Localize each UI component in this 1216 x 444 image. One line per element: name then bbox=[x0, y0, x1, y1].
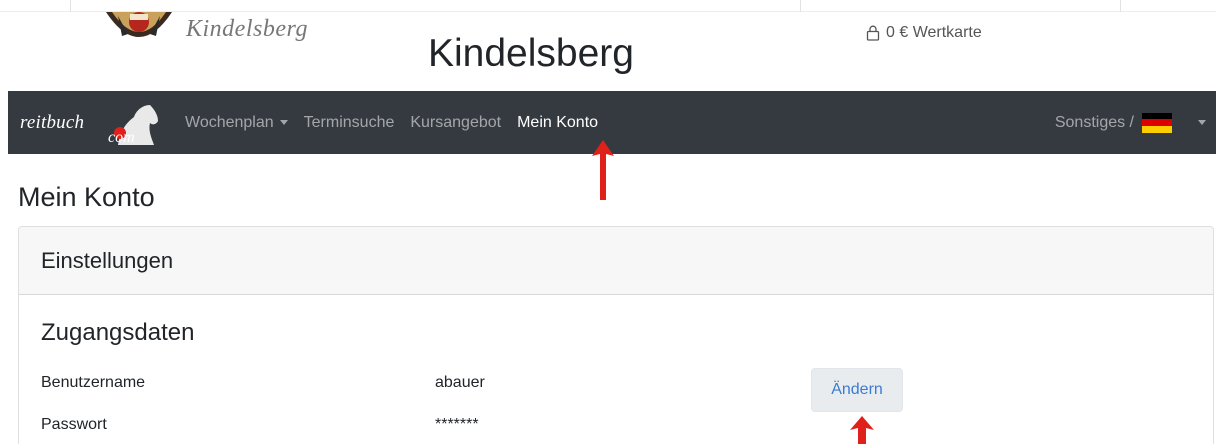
caret-down-icon bbox=[1198, 120, 1206, 125]
section-title: Zugangsdaten bbox=[41, 319, 195, 346]
password-value: ******* bbox=[435, 416, 479, 433]
nav-item-terminsuche[interactable]: Terminsuche bbox=[296, 91, 403, 154]
nav-item-label: Terminsuche bbox=[303, 113, 395, 131]
wallet-label: 0 € Wertkarte bbox=[886, 24, 982, 41]
wallet-balance[interactable]: 0 € Wertkarte bbox=[866, 24, 982, 42]
nav-item-label: Wochenplan bbox=[185, 113, 274, 131]
club-name-script: Kindelsberg bbox=[186, 16, 308, 42]
caret-down-icon bbox=[279, 120, 288, 125]
nav-other-dropdown[interactable]: Sonstiges / bbox=[1055, 91, 1206, 154]
page-title: Mein Konto bbox=[18, 182, 155, 212]
site-header: Kindelsberg Kindelsberg 0 € Wertkarte bbox=[0, 0, 1216, 90]
browser-tab-strip bbox=[0, 0, 1216, 12]
brand-text: reitbuch bbox=[20, 112, 85, 133]
nav-item-wochenplan[interactable]: Wochenplan bbox=[177, 91, 296, 154]
username-label: Benutzername bbox=[41, 374, 146, 391]
nav-other-label: Sonstiges / bbox=[1054, 113, 1134, 131]
annotation-arrow-up-icon bbox=[592, 140, 614, 200]
nav-item-label: Mein Konto bbox=[517, 113, 599, 131]
card-header-title: Einstellungen bbox=[41, 247, 174, 273]
password-row: Passwort ******* bbox=[41, 416, 1191, 440]
nav-menu: Wochenplan Terminsuche Kursangebot Mein … bbox=[177, 91, 606, 154]
username-row: Benutzername abauer bbox=[41, 374, 1191, 398]
password-label: Passwort bbox=[41, 416, 107, 433]
reitbuch-logo[interactable]: reitbuch com bbox=[20, 105, 160, 146]
club-crest-icon[interactable] bbox=[100, 12, 178, 50]
club-title: Kindelsberg bbox=[428, 32, 634, 75]
lock-icon bbox=[866, 25, 880, 41]
brand-suffix: com bbox=[108, 129, 135, 146]
username-value: abauer bbox=[435, 374, 485, 391]
nav-item-kursangebot[interactable]: Kursangebot bbox=[402, 91, 509, 154]
nav-item-label: Kursangebot bbox=[410, 113, 502, 131]
german-flag-icon bbox=[1142, 112, 1172, 133]
change-credentials-button[interactable]: Ändern bbox=[811, 368, 903, 412]
settings-card: Einstellungen Zugangsdaten Benutzername … bbox=[18, 226, 1214, 444]
annotation-arrow-up-icon bbox=[850, 416, 874, 444]
card-header: Einstellungen bbox=[19, 227, 1213, 295]
